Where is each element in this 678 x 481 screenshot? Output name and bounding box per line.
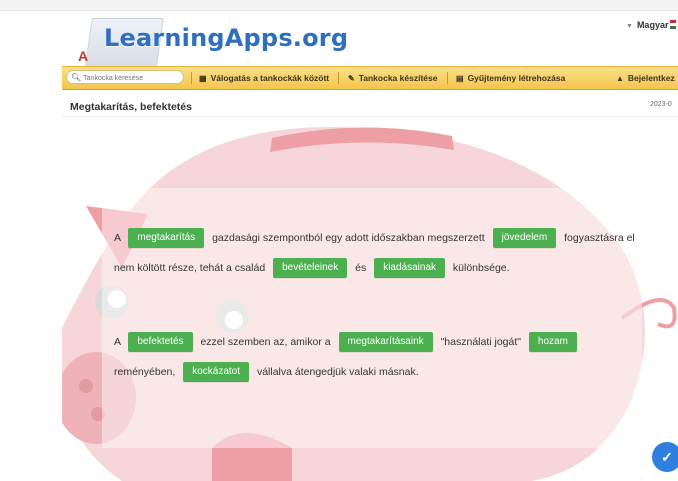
- caret-down-icon: ▼: [626, 23, 633, 30]
- pig-nostril: [79, 379, 93, 393]
- search-icon: 🔍︎: [71, 73, 82, 82]
- answer-chip[interactable]: kiadásainak: [374, 258, 445, 279]
- collection-icon: ▤: [456, 74, 464, 83]
- answer-chip[interactable]: megtakarítás: [128, 228, 205, 249]
- exercise-paragraph-1: A megtakarítás gazdasági szempontból egy…: [114, 223, 654, 283]
- paragraph-text: és: [355, 262, 367, 274]
- paragraph-text: ezzel szemben az, amikor a: [200, 336, 331, 348]
- answer-chip[interactable]: bevételeinek: [273, 258, 348, 279]
- browser-top-strip: [0, 0, 678, 11]
- nav-item-login[interactable]: ▲ Bejelentkez: [616, 67, 675, 89]
- check-answers-button[interactable]: ✓: [652, 442, 678, 472]
- nav-item-create-collection[interactable]: ▤ Gyűjtemény létrehozása: [456, 67, 565, 89]
- answer-chip[interactable]: jövedelem: [492, 228, 557, 249]
- pencil-icon: ✎: [348, 74, 355, 83]
- main-nav-bar: 🔍︎ Tankocka keresése ▦ Válogatás a tankock…: [62, 66, 678, 90]
- logo-letters-icon: A: [78, 48, 89, 64]
- grid-icon: ▦: [199, 74, 207, 83]
- nav-item-create-app[interactable]: ✎ Tankocka készítése: [348, 67, 437, 89]
- flag-icon: [670, 20, 677, 29]
- nav-item-label: Tankocka készítése: [358, 73, 438, 83]
- answer-chip[interactable]: hozam: [528, 332, 577, 353]
- check-icon: ✓: [661, 449, 673, 465]
- nav-item-label: Bejelentkez: [627, 73, 675, 83]
- paragraph-text: "használati jogát": [440, 336, 521, 348]
- paragraph-text: vállalva átengedjük valaki másnak.: [256, 366, 419, 378]
- paragraph-text: A: [114, 336, 121, 348]
- paragraph-text: gazdasági szempontból egy adott időszakb…: [212, 232, 485, 244]
- piggy-bank-background: [62, 127, 677, 481]
- language-label: Magyar: [636, 20, 669, 30]
- page-title: Megtakarítás, befektetés: [70, 101, 192, 113]
- nav-item-label: Válogatás a tankockák között: [210, 73, 330, 83]
- logo-text: LearningApps.org: [104, 24, 349, 52]
- exercise-paragraph-2: A befektetés ezzel szemben az, amikor a …: [114, 327, 654, 387]
- site-logo[interactable]: A LearningApps.org: [70, 14, 348, 72]
- search-input[interactable]: 🔍︎ Tankocka keresése: [66, 70, 184, 84]
- answer-chip[interactable]: kockázatot: [183, 362, 250, 383]
- user-icon: ▲: [616, 74, 624, 83]
- nav-item-browse[interactable]: ▦ Válogatás a tankockák között: [199, 67, 329, 89]
- nav-divider: [447, 72, 448, 84]
- page-date: 2023-0: [650, 101, 672, 108]
- nav-item-label: Gyűjtemény létrehozása: [467, 73, 566, 83]
- paragraph-text: különbsége.: [452, 262, 510, 274]
- answer-chip[interactable]: megtakarításaink: [338, 332, 433, 353]
- nav-divider: [191, 72, 192, 84]
- paragraph-text: A: [114, 232, 121, 244]
- answer-chip[interactable]: befektetés: [128, 332, 193, 353]
- search-placeholder: Tankocka keresése: [83, 75, 144, 82]
- language-selector[interactable]: ▼ Magyar: [626, 20, 677, 30]
- paragraph-text: reményében,: [114, 366, 176, 378]
- nav-divider: [338, 72, 339, 84]
- title-divider: [62, 116, 678, 117]
